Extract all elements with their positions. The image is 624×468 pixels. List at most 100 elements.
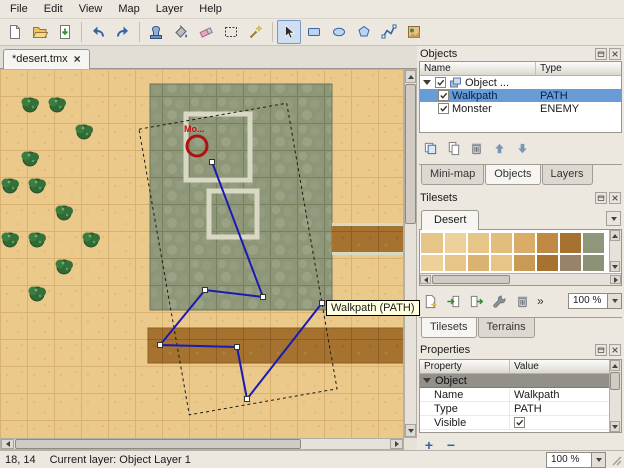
insert-ellipse-icon — [331, 24, 347, 40]
property-group-object[interactable]: Object — [420, 374, 621, 388]
insert-polygon-button[interactable] — [352, 20, 376, 44]
expander-icon[interactable] — [423, 378, 431, 383]
tileset-selector-dropdown[interactable] — [606, 211, 621, 226]
property-value[interactable]: Walkpath — [510, 388, 621, 401]
close-tab-icon[interactable]: × — [74, 54, 81, 64]
open-map-button[interactable] — [28, 20, 52, 44]
scroll-thumb[interactable] — [432, 275, 510, 284]
insert-rectangle-button[interactable] — [302, 20, 326, 44]
redo-button[interactable] — [111, 20, 135, 44]
menu-file[interactable]: File — [2, 1, 36, 17]
remove-tileset-button[interactable] — [512, 292, 532, 310]
dock-panel: Objects Name Type Object ... — [417, 46, 624, 450]
close-dock-button[interactable] — [609, 192, 621, 204]
tab-tilesets[interactable]: Tilesets — [421, 318, 477, 338]
menu-map[interactable]: Map — [110, 1, 147, 17]
menu-edit[interactable]: Edit — [36, 1, 71, 17]
cursor-coordinates: 18, 14 — [5, 454, 36, 466]
tileset-zoom-value[interactable]: 100 % — [568, 293, 608, 309]
object-layer-row[interactable]: Object ... — [420, 76, 621, 89]
insert-polyline-icon — [381, 24, 397, 40]
menu-view[interactable]: View — [71, 1, 111, 17]
zoom-dropdown-button[interactable] — [608, 293, 622, 309]
float-dock-button[interactable] — [595, 48, 607, 60]
close-dock-button[interactable] — [609, 344, 621, 356]
export-tileset-button[interactable] — [466, 292, 486, 310]
select-objects-button[interactable] — [277, 20, 301, 44]
scroll-thumb[interactable] — [405, 84, 416, 224]
undo-button[interactable] — [86, 20, 110, 44]
map-zoom-value[interactable]: 100 % — [546, 452, 592, 468]
scroll-up-arrow[interactable] — [405, 70, 416, 83]
menu-layer[interactable]: Layer — [148, 1, 192, 17]
bucket-fill-icon — [173, 24, 189, 40]
scroll-down-arrow[interactable] — [610, 421, 620, 432]
visible-checkbox[interactable] — [514, 417, 525, 428]
scroll-down-arrow[interactable] — [610, 261, 620, 272]
tileset-tab-desert[interactable]: Desert — [421, 210, 479, 230]
scroll-thumb[interactable] — [15, 439, 301, 449]
monster-object-row[interactable]: Monster ENEMY — [420, 102, 621, 115]
eraser-button[interactable] — [194, 20, 218, 44]
tileset-horizontal-scrollbar[interactable] — [420, 273, 621, 285]
tab-layers[interactable]: Layers — [542, 165, 593, 185]
scroll-up-arrow[interactable] — [610, 360, 620, 371]
layer-visible-checkbox[interactable] — [435, 77, 446, 88]
new-map-button[interactable] — [3, 20, 27, 44]
check-icon — [439, 104, 448, 113]
save-map-button[interactable] — [53, 20, 77, 44]
tab-objects[interactable]: Objects — [485, 165, 540, 185]
scroll-left-arrow[interactable] — [420, 275, 431, 284]
properties-scrollbar[interactable] — [609, 360, 621, 432]
tileset-properties-button[interactable] — [489, 292, 509, 310]
rectangular-select-button[interactable] — [219, 20, 243, 44]
property-value[interactable]: PATH — [510, 402, 621, 415]
scroll-left-arrow[interactable] — [1, 439, 14, 449]
toolbar-overflow-chevron[interactable]: » — [535, 294, 546, 308]
tileset-zoom-combo[interactable]: 100 % — [568, 293, 622, 309]
duplicate-object-button[interactable] — [420, 139, 440, 157]
tab-mini-map[interactable]: Mini-map — [421, 165, 484, 185]
map-vertical-scrollbar[interactable] — [404, 69, 417, 438]
insert-polyline-button[interactable] — [377, 20, 401, 44]
expander-icon[interactable] — [423, 80, 431, 85]
magic-wand-button[interactable] — [244, 20, 268, 44]
object-visible-checkbox[interactable] — [438, 90, 449, 101]
import-tileset-button[interactable] — [443, 292, 463, 310]
resize-grip[interactable] — [609, 453, 622, 466]
insert-tile-object-button[interactable] — [402, 20, 426, 44]
scroll-right-arrow[interactable] — [610, 275, 621, 284]
raise-object-button[interactable] — [489, 139, 509, 157]
new-tileset-button[interactable] — [420, 292, 440, 310]
wrench-icon — [492, 294, 507, 309]
scroll-up-arrow[interactable] — [610, 230, 620, 241]
scroll-right-arrow[interactable] — [390, 439, 403, 449]
map-canvas[interactable]: Mo... — [0, 69, 404, 438]
map-horizontal-scrollbar[interactable] — [0, 438, 404, 450]
select-objects-icon — [281, 24, 297, 40]
zoom-dropdown-button[interactable] — [592, 452, 606, 468]
scroll-thumb[interactable] — [610, 372, 620, 390]
column-header-value: Value — [510, 360, 621, 373]
walkpath-object-row[interactable]: Walkpath PATH — [420, 89, 621, 102]
object-visible-checkbox[interactable] — [438, 103, 449, 114]
copy-object-button[interactable] — [443, 139, 463, 157]
menubar: File Edit View Map Layer Help — [0, 0, 624, 19]
insert-ellipse-button[interactable] — [327, 20, 351, 44]
tileset-view[interactable] — [419, 230, 622, 286]
remove-object-button[interactable] — [466, 139, 486, 157]
bucket-fill-button[interactable] — [169, 20, 193, 44]
objects-dock-title: Objects — [420, 48, 457, 60]
tab-terrains[interactable]: Terrains — [478, 318, 535, 338]
document-tab-desert[interactable]: *desert.tmx × — [3, 49, 90, 69]
tileset-vertical-scrollbar[interactable] — [609, 230, 621, 272]
float-dock-button[interactable] — [595, 192, 607, 204]
map-zoom-combo[interactable]: 100 % — [546, 452, 606, 468]
close-dock-button[interactable] — [609, 48, 621, 60]
stamp-brush-button[interactable] — [144, 20, 168, 44]
scroll-down-arrow[interactable] — [405, 424, 416, 437]
lower-object-button[interactable] — [512, 139, 532, 157]
menu-help[interactable]: Help — [191, 1, 230, 17]
float-dock-button[interactable] — [595, 344, 607, 356]
current-layer-status: Current layer: Object Layer 1 — [50, 454, 191, 466]
